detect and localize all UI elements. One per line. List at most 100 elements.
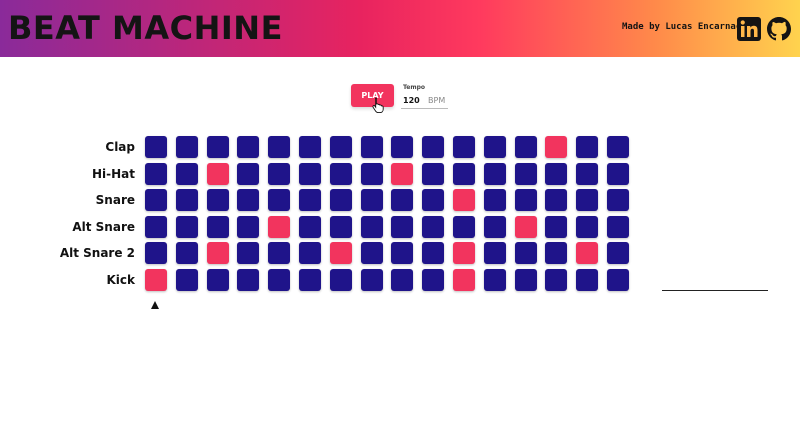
step-pad[interactable] [145, 216, 167, 238]
step-pad[interactable] [361, 242, 383, 264]
step-pad[interactable] [515, 269, 537, 291]
step-pad[interactable] [391, 269, 413, 291]
step-pad[interactable] [607, 136, 629, 158]
step-pad[interactable] [391, 163, 413, 185]
step-pad[interactable] [145, 189, 167, 211]
step-pad[interactable] [545, 189, 567, 211]
step-pad[interactable] [176, 189, 198, 211]
step-pad[interactable] [237, 189, 259, 211]
step-pad[interactable] [237, 216, 259, 238]
step-pad[interactable] [453, 189, 475, 211]
step-pad[interactable] [607, 163, 629, 185]
step-pad[interactable] [453, 269, 475, 291]
step-pad[interactable] [207, 216, 229, 238]
step-pad[interactable] [145, 163, 167, 185]
step-pad[interactable] [391, 189, 413, 211]
step-pad[interactable] [299, 269, 321, 291]
step-pad[interactable] [453, 216, 475, 238]
step-pad[interactable] [268, 163, 290, 185]
step-pad[interactable] [299, 136, 321, 158]
step-pad[interactable] [545, 269, 567, 291]
step-pad[interactable] [576, 189, 598, 211]
step-pad[interactable] [145, 136, 167, 158]
step-pad[interactable] [422, 189, 444, 211]
github-link[interactable] [767, 17, 791, 41]
step-pad[interactable] [207, 242, 229, 264]
linkedin-link[interactable] [737, 17, 761, 41]
step-pad[interactable] [176, 136, 198, 158]
step-pad[interactable] [268, 136, 290, 158]
step-pad[interactable] [484, 136, 506, 158]
step-pad[interactable] [145, 242, 167, 264]
step-pad[interactable] [484, 189, 506, 211]
step-pad[interactable] [145, 269, 167, 291]
step-pad[interactable] [515, 216, 537, 238]
step-pad[interactable] [176, 269, 198, 291]
step-pad[interactable] [361, 189, 383, 211]
step-pad[interactable] [576, 163, 598, 185]
step-pad[interactable] [484, 242, 506, 264]
step-pad[interactable] [545, 216, 567, 238]
step-pad[interactable] [422, 136, 444, 158]
step-pad[interactable] [545, 163, 567, 185]
step-pad[interactable] [330, 189, 352, 211]
step-pad[interactable] [391, 242, 413, 264]
step-pad[interactable] [237, 242, 259, 264]
step-pad[interactable] [607, 216, 629, 238]
step-pad[interactable] [268, 269, 290, 291]
step-pad[interactable] [422, 216, 444, 238]
step-pad[interactable] [361, 269, 383, 291]
step-pad[interactable] [576, 136, 598, 158]
step-pad[interactable] [545, 242, 567, 264]
step-pad[interactable] [422, 269, 444, 291]
step-pad[interactable] [176, 163, 198, 185]
step-pad[interactable] [176, 216, 198, 238]
step-pad[interactable] [607, 269, 629, 291]
step-pad[interactable] [207, 189, 229, 211]
step-pad[interactable] [391, 136, 413, 158]
step-pad[interactable] [207, 136, 229, 158]
app-title: BEAT MACHINE [8, 9, 283, 47]
step-pad[interactable] [545, 136, 567, 158]
step-pad[interactable] [361, 163, 383, 185]
step-pad[interactable] [576, 216, 598, 238]
step-pad[interactable] [299, 189, 321, 211]
step-pad[interactable] [576, 269, 598, 291]
step-pad[interactable] [484, 216, 506, 238]
step-pad[interactable] [484, 269, 506, 291]
step-pad[interactable] [330, 136, 352, 158]
step-pad[interactable] [330, 216, 352, 238]
step-pad[interactable] [330, 163, 352, 185]
step-pad[interactable] [176, 242, 198, 264]
step-pad[interactable] [576, 242, 598, 264]
step-pad[interactable] [422, 242, 444, 264]
step-pad[interactable] [515, 189, 537, 211]
step-pad[interactable] [237, 269, 259, 291]
step-pad[interactable] [268, 216, 290, 238]
step-pad[interactable] [237, 136, 259, 158]
step-pad[interactable] [607, 242, 629, 264]
step-pad[interactable] [453, 163, 475, 185]
step-pad[interactable] [299, 163, 321, 185]
tempo-input[interactable]: 120 BPM [401, 93, 448, 109]
step-pad[interactable] [207, 163, 229, 185]
step-pad[interactable] [361, 136, 383, 158]
step-pad[interactable] [330, 242, 352, 264]
step-pad[interactable] [515, 136, 537, 158]
step-pad[interactable] [268, 242, 290, 264]
step-pad[interactable] [515, 242, 537, 264]
step-pad[interactable] [299, 216, 321, 238]
step-pad[interactable] [361, 216, 383, 238]
step-pad[interactable] [453, 136, 475, 158]
step-pad[interactable] [453, 242, 475, 264]
step-pad[interactable] [299, 242, 321, 264]
step-pad[interactable] [268, 189, 290, 211]
step-pad[interactable] [330, 269, 352, 291]
step-pad[interactable] [422, 163, 444, 185]
step-pad[interactable] [237, 163, 259, 185]
step-pad[interactable] [207, 269, 229, 291]
step-pad[interactable] [484, 163, 506, 185]
step-pad[interactable] [515, 163, 537, 185]
step-pad[interactable] [391, 216, 413, 238]
step-pad[interactable] [607, 189, 629, 211]
